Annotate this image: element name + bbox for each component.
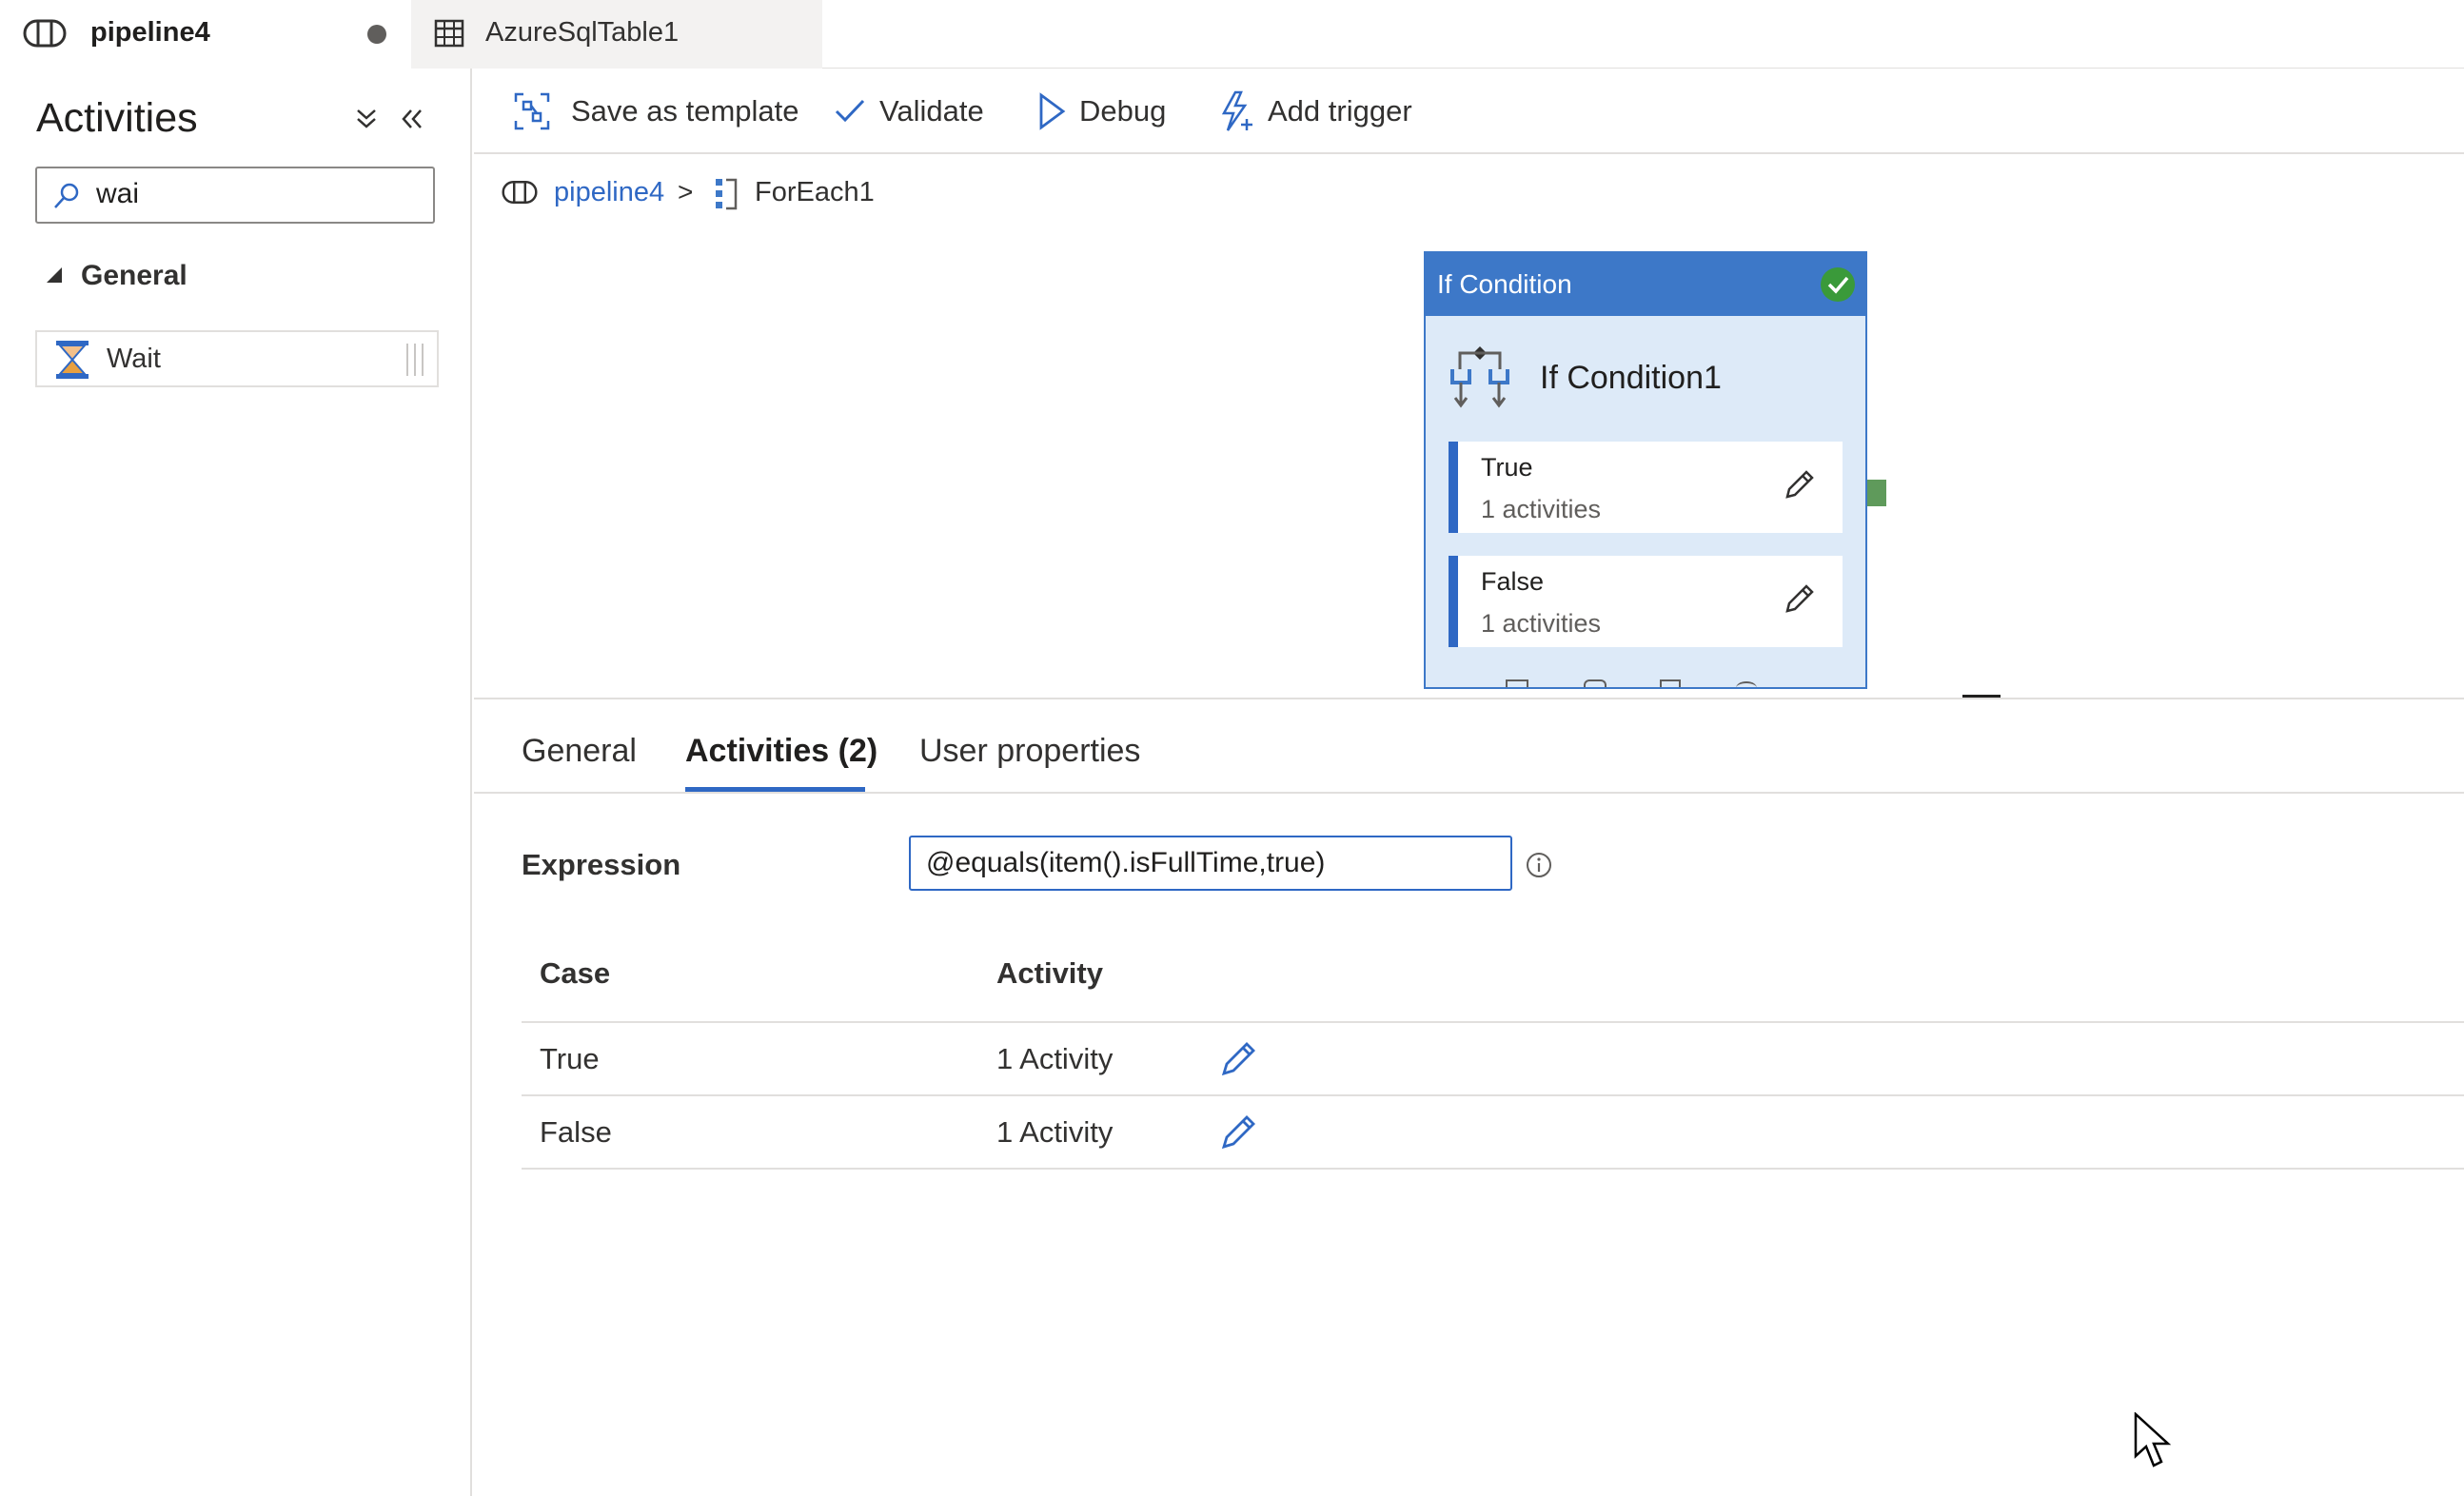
breadcrumb-pipeline-link[interactable]: pipeline4 [554,177,664,208]
breadcrumb: pipeline4 > ForEach1 [502,175,901,213]
save-as-template-button[interactable]: Save as template [514,88,799,135]
activities-panel [0,69,472,1496]
pipeline-icon [23,17,67,49]
collapse-all-icon[interactable] [352,105,381,133]
activity-cell: 1 Activity [996,1115,1114,1149]
branch-true[interactable]: True 1 activities [1449,442,1843,533]
checkmark-icon [834,97,866,126]
tab-title: AzureSqlTable1 [485,17,680,48]
branch-name: True [1481,453,1533,482]
drag-handle-icon[interactable] [404,342,426,378]
activities-search-input[interactable]: wai [35,167,435,224]
tab-azuresqltable1[interactable]: AzureSqlTable1 [411,0,822,69]
add-trigger-label: Add trigger [1268,94,1412,128]
activity-item-label: Wait [107,344,161,374]
case-cell: True [540,1042,600,1075]
pipeline-icon [502,179,538,206]
table-row: True 1 Activity [522,1023,2464,1095]
add-trigger-button[interactable]: Add trigger [1218,88,1412,135]
debug-button[interactable]: Debug [1037,88,1166,135]
tab-activities[interactable]: Activities (2) [685,733,877,770]
success-check-icon [1820,266,1856,303]
edit-pencil-icon[interactable] [1782,468,1816,502]
tabs-divider [474,792,2464,794]
play-icon [1037,92,1066,130]
breadcrumb-separator: > [678,177,694,207]
column-header-activity: Activity [996,956,1103,990]
column-header-case: Case [540,956,611,990]
tab-general[interactable]: General [522,733,637,770]
branch-false[interactable]: False 1 activities [1449,556,1843,647]
hourglass-icon [54,340,90,380]
branch-count: 1 activities [1481,609,1602,638]
caret-expanded-icon[interactable] [45,266,64,285]
delete-icon[interactable] [1506,679,1528,687]
if-condition-activity-card[interactable]: If Condition If Condition1 True 1 activi… [1424,251,1867,689]
activity-item-wait[interactable]: Wait [35,330,439,387]
activities-title: Activities [36,95,198,141]
table-row: False 1 Activity [522,1096,2464,1169]
debug-label: Debug [1079,94,1167,128]
add-output-icon[interactable] [1736,681,1757,687]
if-condition-icon [1447,344,1513,411]
save-as-template-label: Save as template [571,94,799,128]
tab-pipeline4[interactable]: pipeline4 [0,0,411,69]
foreach-icon [713,177,739,211]
card-activity-name: If Condition1 [1540,360,1722,396]
table-icon [434,19,464,48]
code-icon[interactable] [1584,679,1607,687]
search-value: wai [96,178,140,209]
expression-input[interactable] [909,836,1512,891]
case-cell: False [540,1115,612,1149]
card-header-title: If Condition [1437,269,1572,299]
panel-divider[interactable] [474,698,2464,699]
edit-pencil-icon[interactable] [1782,582,1816,617]
edit-pencil-icon[interactable] [1218,1039,1258,1079]
output-port-handle[interactable] [1867,480,1886,506]
activity-cell: 1 Activity [996,1042,1114,1075]
card-header: If Condition [1426,253,1865,316]
breadcrumb-current: ForEach1 [755,177,875,207]
lightning-icon [1218,90,1254,132]
expression-label: Expression [522,848,681,881]
unsaved-dot-icon [367,25,386,44]
branch-name: False [1481,567,1545,596]
tab-user-properties[interactable]: User properties [919,733,1140,770]
mouse-cursor-icon [2134,1412,2172,1469]
branch-count: 1 activities [1481,495,1602,523]
row-divider [522,1168,2464,1170]
validate-button[interactable]: Validate [834,88,984,135]
copy-icon[interactable] [1660,679,1681,687]
validate-label: Validate [879,94,984,128]
document-tab-bar: pipeline4 AzureSqlTable1 [0,0,2464,69]
group-general[interactable]: General [81,260,187,292]
info-icon[interactable] [1525,851,1553,879]
save-template-icon [514,92,550,130]
search-icon [52,182,81,210]
collapse-panel-icon[interactable] [398,105,426,133]
tab-title: pipeline4 [90,17,210,48]
edit-pencil-icon[interactable] [1218,1112,1258,1152]
